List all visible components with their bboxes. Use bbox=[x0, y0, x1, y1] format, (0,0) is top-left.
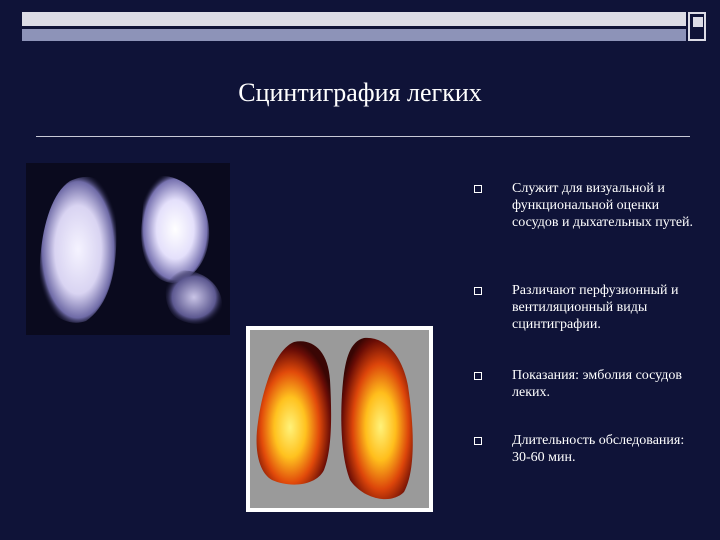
bullet-text: Служит для визуальной и функциональной о… bbox=[512, 181, 694, 230]
perfusion-scan-image bbox=[246, 326, 433, 512]
bullet-text: Показания: эмболия сосудов леких. bbox=[512, 368, 683, 400]
perfusion-scan-frame bbox=[250, 330, 429, 508]
top-decor-bar bbox=[22, 12, 686, 26]
top-decor-square-fill bbox=[693, 17, 703, 27]
bullet-text: Различают перфузионный и вентиляционный … bbox=[512, 283, 679, 332]
bullet-square-icon bbox=[474, 372, 482, 380]
slide-title: Сцинтиграфия легких bbox=[238, 78, 482, 107]
bullet-text: Длительность обследования: 30-60 мин. bbox=[512, 433, 685, 465]
ventilation-scan-image bbox=[26, 163, 230, 335]
bullet-square-icon bbox=[474, 185, 482, 193]
title-divider bbox=[36, 136, 690, 137]
top-decor-square bbox=[688, 12, 706, 41]
slide-title-container: Сцинтиграфия легких bbox=[0, 78, 720, 108]
top-decor-bar-secondary bbox=[22, 29, 686, 41]
bullet-square-icon bbox=[474, 437, 482, 445]
bullet-square-icon bbox=[474, 287, 482, 295]
slide: Сцинтиграфия легких Служит для визуально… bbox=[0, 0, 720, 540]
